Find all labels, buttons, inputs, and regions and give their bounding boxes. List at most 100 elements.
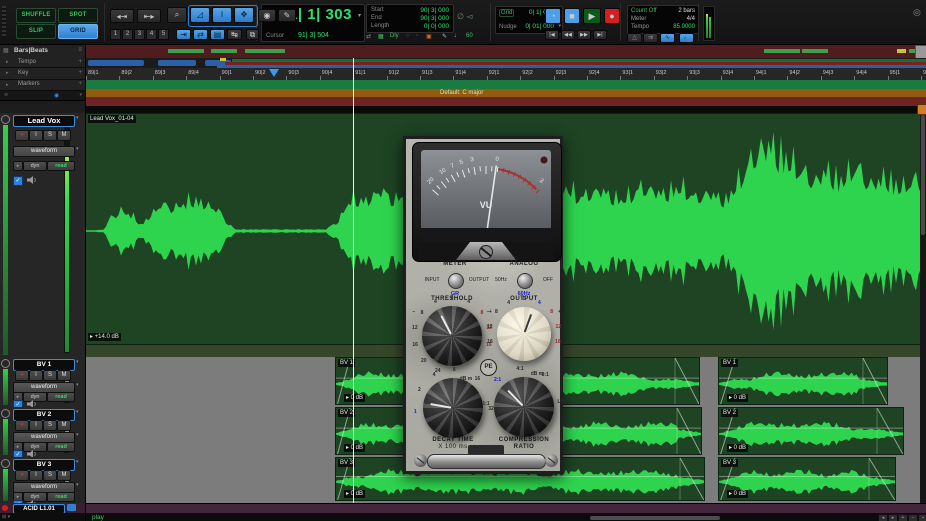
- automation-mode-selector[interactable]: read: [47, 492, 75, 502]
- expand-arrow-icon[interactable]: ▸: [6, 59, 9, 65]
- sidebar-drop-icon[interactable]: ▾: [79, 92, 82, 98]
- countoff-row-value[interactable]: 4/4: [687, 16, 695, 22]
- rewind-button[interactable]: ◀◀: [561, 30, 575, 40]
- smart-tool-frame[interactable]: [188, 5, 258, 27]
- track-expand-icon[interactable]: [1, 459, 10, 468]
- countoff-row-value[interactable]: 2 bars: [678, 8, 695, 14]
- track-expand-icon[interactable]: [1, 359, 10, 368]
- midi-merge-button[interactable]: ⇉: [643, 33, 658, 43]
- view-drop-icon[interactable]: ▾: [76, 482, 79, 488]
- mirrored-editing-button[interactable]: ⧉: [246, 29, 259, 40]
- clip-gain-label[interactable]: ▸ 0 dB: [344, 444, 365, 452]
- countoff-row-label[interactable]: Tempo: [631, 24, 649, 30]
- view-drop-icon[interactable]: ▾: [76, 432, 79, 438]
- ruler-end-handle[interactable]: [917, 104, 926, 115]
- automation-mode-selector[interactable]: read: [47, 161, 75, 171]
- selection-length-value[interactable]: 0| 0| 000: [424, 23, 449, 30]
- tab-to-transient-button[interactable]: ⇥: [176, 29, 191, 40]
- clip-gain-label[interactable]: ▸ 0 dB: [344, 394, 365, 402]
- to-end-button[interactable]: ▶|: [593, 30, 607, 40]
- input-monitor-button[interactable]: I: [29, 130, 43, 141]
- track-expand-icon[interactable]: [1, 409, 10, 418]
- zoom-preset-4[interactable]: 4: [146, 29, 157, 40]
- ruler-lane[interactable]: 89|189|289|389|490|190|290|390|491|191|2…: [85, 58, 926, 113]
- knob-decay-time[interactable]: [423, 378, 483, 438]
- edit-zoom-button[interactable]: −: [908, 514, 918, 521]
- zoom-preset-2[interactable]: 2: [122, 29, 133, 40]
- timebase-checkbox[interactable]: ✓: [13, 176, 23, 186]
- zoom-preset-1[interactable]: 1: [110, 29, 121, 40]
- main-counter[interactable]: 91| 1| 303 ▾ Cursor 91| 3| 504: [261, 4, 365, 42]
- knob-compression-ratio[interactable]: [494, 377, 554, 437]
- ruler-lane-row-key[interactable]: ▸Key+: [0, 68, 85, 79]
- track-header-bv-2[interactable]: BV 2▾●ISMwaveform▾▸dynread✓: [0, 407, 85, 458]
- horizontal-scrollbar[interactable]: play◂▸+−▪: [85, 513, 926, 521]
- expand-arrow-icon[interactable]: ▸: [6, 82, 9, 88]
- mute-button[interactable]: M: [57, 420, 71, 431]
- automation-mode-selector[interactable]: read: [47, 442, 75, 452]
- #202020[interactable]: ●: [604, 8, 620, 24]
- vertical-scrollbar[interactable]: [920, 113, 926, 503]
- auto-pencil-icon[interactable]: ✎: [442, 33, 447, 40]
- link-timeline-edit-button[interactable]: ⇄: [193, 29, 208, 40]
- ruler-lane-row-tempo[interactable]: ▸Tempo+: [0, 57, 85, 68]
- conductor-button[interactable]: ♩: [679, 33, 694, 43]
- automation-collapse-icon[interactable]: ▸: [13, 161, 23, 171]
- add-event-icon[interactable]: +: [78, 70, 82, 76]
- universe-overview[interactable]: [85, 45, 926, 59]
- input-monitor-button[interactable]: I: [29, 420, 43, 431]
- ruler-options-icon[interactable]: ≡: [78, 47, 82, 53]
- status-dot-icon[interactable]: ○: [406, 33, 410, 39]
- track-header-bv-3[interactable]: BV 3▾●ISMwaveform▾▸dynread✓: [0, 457, 85, 504]
- preroll-value[interactable]: 60: [466, 33, 473, 39]
- solo-button[interactable]: S: [43, 470, 57, 481]
- sidebar-filter-icon[interactable]: ≋: [4, 92, 8, 98]
- sidebar-link-icon[interactable]: ◉: [54, 92, 59, 99]
- record-enable-button[interactable]: ●: [15, 470, 29, 481]
- mode-button-slip[interactable]: SLIP: [16, 24, 56, 39]
- knob-output[interactable]: [497, 307, 551, 361]
- zoom-in-horizontal-button[interactable]: ⇤▸: [137, 9, 161, 23]
- audio-clip-bv-3[interactable]: BV 3▸ 0 dB: [718, 457, 896, 501]
- ruler-lane-row-markers[interactable]: ▸Markers+: [0, 80, 85, 91]
- zoom-out-horizontal-button[interactable]: ◂⇥: [110, 9, 134, 23]
- solo-button[interactable]: S: [43, 420, 57, 431]
- record-enable-button[interactable]: ●: [15, 370, 29, 381]
- clip-volume-label[interactable]: ▸ +14.0 dB: [88, 333, 121, 341]
- mode-button-grid[interactable]: GRID: [58, 24, 98, 39]
- zoomer-tool-button[interactable]: ⌕: [167, 7, 187, 23]
- universe-frame-handle[interactable]: [915, 45, 926, 59]
- track-options-icon[interactable]: ▾: [76, 459, 79, 465]
- track-options-icon[interactable]: ▾: [76, 115, 79, 121]
- insertion-follows-playback-button[interactable]: ↹: [227, 29, 242, 40]
- audio-clip-bv-2[interactable]: BV 2▸ 0 dB: [718, 407, 904, 455]
- link-track-edit-button[interactable]: ▤: [210, 29, 225, 40]
- footer-icons[interactable]: ⊞ ▾: [2, 514, 10, 520]
- selection-panel[interactable]: Start90| 3| 000End90| 3| 000Length0| 0| …: [366, 4, 454, 33]
- edit-zoom-button[interactable]: ▸: [888, 514, 898, 521]
- countoff-row-label[interactable]: Count Off: [631, 8, 657, 14]
- grid-label[interactable]: Grid: [499, 9, 514, 17]
- edit-zoom-button[interactable]: +: [898, 514, 908, 521]
- mute-button[interactable]: M: [57, 370, 71, 381]
- add-event-icon[interactable]: +: [78, 59, 82, 65]
- pencil-tool-button[interactable]: ✎: [278, 9, 296, 22]
- view-drop-icon[interactable]: ▾: [76, 146, 79, 152]
- selection-start-value[interactable]: 90| 3| 000: [420, 7, 449, 14]
- record-enable-button[interactable]: ●: [15, 420, 29, 431]
- scrubber-tool-button[interactable]: ◉: [258, 9, 276, 22]
- track-expand-icon[interactable]: [1, 115, 10, 124]
- clip-gain-label[interactable]: ▸ 0 dB: [727, 394, 748, 402]
- memory-location-bar[interactable]: [88, 60, 144, 66]
- clip-gain-label[interactable]: ▸ 0 dB: [344, 490, 365, 498]
- countoff-row-label[interactable]: Meter: [631, 16, 646, 22]
- toggle-switch-meter[interactable]: [448, 273, 464, 289]
- add-event-icon[interactable]: +: [78, 81, 82, 87]
- record-enable-button[interactable]: ●: [15, 130, 29, 141]
- expand-arrow-icon[interactable]: ▸: [6, 70, 9, 76]
- #35c94a[interactable]: ▶: [583, 8, 601, 24]
- zoom-preset-3[interactable]: 3: [134, 29, 145, 40]
- nudge-value[interactable]: 0| 01| 000: [525, 23, 554, 30]
- counter-dropdown-icon[interactable]: ▾: [358, 12, 361, 19]
- solo-button[interactable]: S: [43, 370, 57, 381]
